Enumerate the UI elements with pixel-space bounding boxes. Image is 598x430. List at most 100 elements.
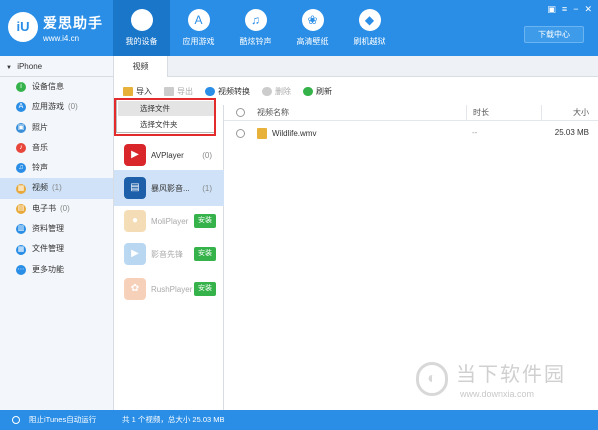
info-icon: i (16, 82, 26, 93)
header-name[interactable]: 视频名称 (257, 107, 466, 118)
install-button[interactable]: 安装 (194, 247, 216, 261)
refresh-icon (303, 86, 313, 96)
apps-icon: A (16, 102, 26, 113)
refresh-button[interactable]: 刷新 (303, 86, 332, 97)
avplayer-icon: ▶ (124, 144, 146, 166)
app-count: (1) (202, 183, 212, 193)
app-item-rushplayer: ✿ RushPlayer 安装 (114, 271, 224, 307)
nav-apps-games[interactable]: A 应用游戏 (170, 0, 227, 56)
brand: 爱思助手 www.i4.cn (43, 13, 103, 43)
sidebar-item-bell[interactable]: ♫ 铃声 (0, 158, 113, 178)
device-header[interactable]: ▼ iPhone (0, 56, 113, 77)
main-nav: 我的设备 A 应用游戏 ♫ 酷炫铃声 ❀ 高清壁纸 ◆ 刷机越狱 (113, 0, 398, 56)
title-bar: iU 爱思助手 www.i4.cn 我的设备 A 应用游戏 ♫ 酷炫铃声 ❀ 高… (0, 0, 598, 56)
nav-label: 酷炫铃声 (239, 37, 272, 46)
export-icon (164, 86, 174, 96)
sidebar-item-label: 照片 (32, 122, 48, 132)
import-label: 导入 (136, 86, 152, 96)
nav-flash-jailbreak[interactable]: ◆ 刷机越狱 (341, 0, 398, 56)
dropbox-icon: ◆ (358, 9, 381, 31)
close-icon[interactable]: ✕ (584, 4, 592, 15)
photo-icon: ▣ (16, 122, 26, 133)
sidebar-item-count: (0) (60, 203, 70, 213)
sidebar-item-video[interactable]: ▦ 视频 (1) (0, 178, 113, 199)
import-button[interactable]: 导入 (123, 86, 152, 97)
sidebar-item-music[interactable]: ♪ 音乐 (0, 138, 113, 158)
app-name: MoliPlayer (151, 216, 189, 226)
sidebar-item-label: 电子书 (32, 203, 56, 213)
file-size: 25.03 MB (554, 128, 589, 137)
app-item-avplayer[interactable]: ▶ AVPlayer (0) (114, 137, 224, 173)
wallpaper-icon: ❀ (301, 9, 324, 31)
status-summary: 共 1 个视频，总大小 25.03 MB (122, 415, 225, 424)
select-all-radio[interactable] (236, 108, 245, 117)
sidebar-item-label: 音乐 (32, 142, 48, 152)
table-header: 视频名称 时长 大小 (224, 104, 598, 121)
row-select-radio[interactable] (236, 128, 245, 138)
nav-my-device[interactable]: 我的设备 (113, 0, 170, 56)
minimize-icon[interactable]: − (573, 4, 578, 15)
tab-bar: 视频 (114, 56, 598, 77)
sidebar-item-count: (0) (68, 102, 78, 112)
app-item-baofeng[interactable]: ▤ 暴风影音... (1) (114, 170, 224, 206)
device-name: iPhone (17, 62, 43, 71)
app-item-moliplayer: ● MoliPlayer 安装 (114, 203, 224, 239)
sidebar-item-label: 文件管理 (32, 244, 64, 254)
menu-icon[interactable]: ≡ (562, 4, 567, 15)
file-name: Wildlife.wmv (272, 128, 317, 138)
brand-url: www.i4.cn (43, 34, 80, 43)
header-size[interactable]: 大小 (541, 104, 593, 121)
sidebar-item-label: 铃声 (32, 163, 48, 173)
sidebar-item-label: 应用游戏 (32, 102, 64, 112)
skin-icon[interactable]: ▣ (547, 4, 556, 15)
apple-icon (130, 9, 153, 31)
more-icon: ⋯ (16, 264, 26, 275)
sidebar-item-folder[interactable]: ▦ 文件管理 (0, 239, 113, 259)
sidebar-item-book[interactable]: ▤ 电子书 (0) (0, 199, 113, 219)
sidebar-item-label: 视频 (32, 183, 48, 193)
sidebar-item-more[interactable]: ⋯ 更多功能 (0, 260, 113, 280)
sidebar-item-info[interactable]: i 设备信息 (0, 77, 113, 97)
baofeng-icon: ▤ (124, 177, 146, 199)
install-button[interactable]: 安装 (194, 282, 216, 296)
sidebar-item-label: 设备信息 (32, 82, 64, 91)
music-icon: ♫ (244, 9, 267, 31)
tab-video[interactable]: 视频 (114, 56, 168, 77)
install-button[interactable]: 安装 (194, 214, 216, 228)
caret-down-icon: ▼ (6, 65, 12, 71)
video-file-icon (257, 127, 267, 139)
delete-button[interactable]: 删除 (262, 86, 291, 97)
block-itunes-toggle[interactable]: 阻止iTunes自动运行 (12, 410, 96, 430)
folder-import-icon (123, 86, 133, 96)
app-name: 暴风影音... (151, 183, 190, 193)
annotation-highlight-box (114, 98, 216, 136)
download-center-button[interactable]: 下载中心 (524, 26, 584, 43)
app-name: 影音先锋 (151, 249, 183, 259)
rushplayer-icon: ✿ (124, 278, 146, 300)
video-icon: ▦ (16, 183, 26, 194)
toggle-circle-icon (12, 416, 20, 424)
watermark-title: 当下软件园 (456, 364, 566, 386)
file-duration: -- (472, 128, 478, 137)
watermark-logo-icon: ◐ (416, 361, 448, 396)
app-store-icon: A (187, 9, 210, 31)
watermark-url: www.downxia.com (460, 389, 535, 399)
refresh-label: 刷新 (316, 86, 332, 96)
convert-label: 视频转换 (218, 86, 250, 96)
block-itunes-label: 阻止iTunes自动运行 (29, 415, 97, 424)
sidebar-item-photo[interactable]: ▣ 照片 (0, 118, 113, 138)
sidebar-item-contacts[interactable]: ▥ 资料管理 (0, 219, 113, 239)
header-duration[interactable]: 时长 (466, 104, 541, 121)
book-icon: ▤ (16, 203, 26, 214)
contacts-icon: ▥ (16, 224, 26, 235)
table-row[interactable]: Wildlife.wmv -- 25.03 MB (224, 123, 598, 143)
brand-name: 爱思助手 (43, 15, 103, 31)
sidebar-item-label: 资料管理 (32, 224, 64, 234)
nav-wallpapers[interactable]: ❀ 高清壁纸 (284, 0, 341, 56)
nav-label: 应用游戏 (182, 37, 215, 46)
sidebar-item-label: 更多功能 (32, 264, 64, 274)
sidebar-item-apps[interactable]: A 应用游戏 (0) (0, 97, 113, 117)
convert-button[interactable]: 视频转换 (205, 86, 250, 97)
nav-ringtones[interactable]: ♫ 酷炫铃声 (227, 0, 284, 56)
export-button[interactable]: 导出 (164, 86, 193, 97)
